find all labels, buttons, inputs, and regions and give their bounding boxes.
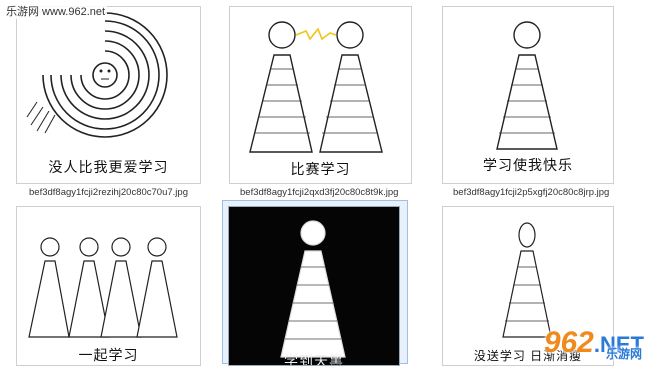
caption-5: 学到天黑 <box>284 353 344 366</box>
site-logo: 962.NET 乐游网 <box>543 326 644 361</box>
file-tile-2[interactable]: 比赛学习 bef3df8agy1fcji2qxd3fj20c80c8t9k.jp… <box>229 6 419 202</box>
thumbnail-1[interactable]: 没人比我更爱学习 <box>16 6 201 184</box>
filename-1: bef3df8agy1fcji2rezihj20c80c70u7.jpg <box>29 187 188 198</box>
thumbnail-2[interactable]: 比赛学习 <box>229 6 412 184</box>
filename-2: bef3df8agy1fcji2qxd3fj20c80c8t9k.jpg <box>240 187 399 198</box>
file-tile-3[interactable]: 学习使我快乐 bef3df8agy1fcji2p5xgfj20c80c8jrp.… <box>442 6 632 202</box>
thumbnail-4[interactable]: 一起学习 <box>16 206 201 366</box>
four-towers-drawing-icon <box>28 237 178 338</box>
caption-3: 学习使我快乐 <box>483 157 573 173</box>
file-tile-4[interactable]: 一起学习 <box>15 206 205 366</box>
file-tile-5[interactable]: 学到天黑 <box>222 200 408 366</box>
tower-night-drawing-icon <box>280 220 346 358</box>
site-watermark: 乐游网 www.962.net <box>4 3 108 19</box>
caption-2: 比赛学习 <box>290 161 351 177</box>
two-towers-drawing-icon <box>249 21 383 153</box>
thumbnail-5[interactable]: 学到天黑 <box>228 206 400 366</box>
caption-1: 没人比我更爱学习 <box>48 159 169 175</box>
filename-3: bef3df8agy1fcji2p5xgfj20c80c8jrp.jpg <box>453 187 610 198</box>
file-tile-1[interactable]: 没人比我更爱学习 bef3df8agy1fcji2rezihj20c80c70u… <box>15 6 205 202</box>
caption-4: 一起学习 <box>78 347 139 363</box>
thumbnail-3[interactable]: 学习使我快乐 <box>442 6 614 184</box>
